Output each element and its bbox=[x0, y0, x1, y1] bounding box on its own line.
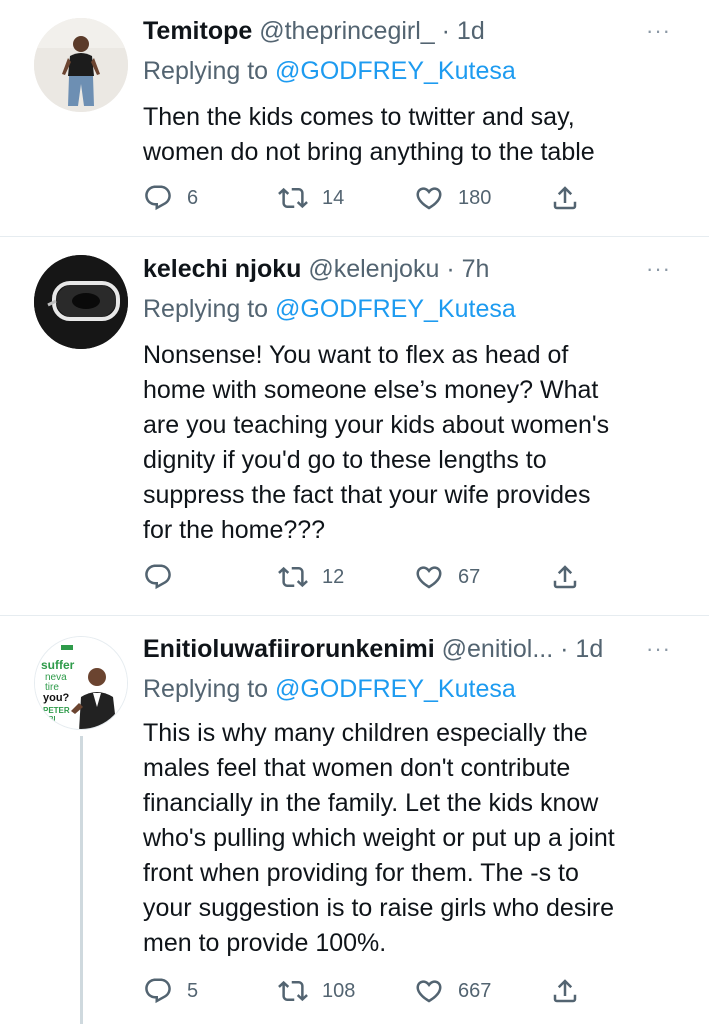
tweet[interactable]: Temitope @theprincegirl_ · 1d ··· Replyi… bbox=[0, 0, 709, 236]
replying-to: Replying to @GODFREY_Kutesa bbox=[143, 294, 516, 324]
reply-button[interactable]: 5 bbox=[143, 974, 198, 1008]
tweet-text-line: suppress the fact that your wife provide… bbox=[143, 481, 591, 509]
retweet-count: 14 bbox=[322, 186, 345, 209]
tweet-text-line: front when providing for them. The -s to bbox=[143, 859, 579, 887]
tweet-text-line: financially in the family. Let the kids … bbox=[143, 789, 599, 817]
timestamp[interactable]: 1d bbox=[457, 17, 485, 45]
separator-dot: · bbox=[446, 255, 455, 283]
tweet-header: Temitope @theprincegirl_ · 1d bbox=[143, 16, 485, 46]
tweet-text-line: who's pulling which weight or put up a j… bbox=[143, 824, 615, 852]
more-icon[interactable]: ··· bbox=[646, 256, 671, 282]
tweet-text: This is why many children especially the… bbox=[143, 716, 683, 961]
tweet-text-line: Then the kids comes to twitter and say, bbox=[143, 103, 575, 131]
tweet[interactable]: suffer neva tire you? PETER OBI Enitiolu… bbox=[0, 616, 709, 1024]
tweet-text-line: are you teaching your kids about women's bbox=[143, 411, 610, 439]
replying-to-label: Replying to bbox=[143, 57, 276, 85]
like-icon bbox=[414, 562, 444, 592]
like-count: 180 bbox=[458, 186, 492, 209]
share-icon bbox=[550, 562, 580, 592]
reply-icon bbox=[143, 562, 173, 592]
tweet-text-line: dignity if you'd go to these lengths to bbox=[143, 446, 547, 474]
tweet-actions: 12 67 bbox=[0, 560, 709, 594]
tweet-text-line: men to provide 100%. bbox=[143, 929, 387, 957]
avatar-text: suffer bbox=[41, 658, 75, 672]
tweet[interactable]: kelechi njoku @kelenjoku · 7h ··· Replyi… bbox=[0, 237, 709, 615]
more-icon[interactable]: ··· bbox=[646, 636, 671, 662]
tweet-text-line: women do not bring anything to the table bbox=[143, 138, 595, 166]
retweet-count: 108 bbox=[322, 979, 356, 1002]
retweet-button[interactable]: 14 bbox=[278, 181, 344, 215]
retweet-button[interactable]: 12 bbox=[278, 560, 344, 594]
tweet-text: Then the kids comes to twitter and say, … bbox=[143, 100, 683, 170]
tweet-actions: 5 108 667 bbox=[0, 974, 709, 1008]
retweet-icon bbox=[278, 562, 308, 592]
separator-dot: · bbox=[560, 635, 569, 663]
avatar[interactable] bbox=[34, 255, 128, 349]
tweet-header: kelechi njoku @kelenjoku · 7h bbox=[143, 254, 489, 284]
tweet-text-line: your suggestion is to raise girls who de… bbox=[143, 894, 615, 922]
replying-to-label: Replying to bbox=[143, 675, 276, 703]
avatar-text: you? bbox=[43, 692, 70, 704]
like-button[interactable]: 667 bbox=[414, 974, 491, 1008]
timestamp[interactable]: 1d bbox=[575, 635, 603, 663]
replying-to: Replying to @GODFREY_Kutesa bbox=[143, 674, 516, 704]
reply-icon bbox=[143, 976, 173, 1006]
display-name[interactable]: Temitope bbox=[143, 17, 252, 45]
like-button[interactable]: 180 bbox=[414, 181, 491, 215]
like-icon bbox=[414, 183, 444, 213]
user-handle[interactable]: @kelenjoku bbox=[308, 255, 439, 283]
like-count: 67 bbox=[458, 565, 481, 588]
user-handle[interactable]: @enitiol... bbox=[442, 635, 554, 663]
replying-to-label: Replying to bbox=[143, 295, 276, 323]
like-icon bbox=[414, 976, 444, 1006]
retweet-icon bbox=[278, 976, 308, 1006]
share-icon bbox=[550, 183, 580, 213]
mention-link[interactable]: @GODFREY_Kutesa bbox=[275, 675, 516, 703]
share-button[interactable] bbox=[550, 560, 580, 594]
avatar-image: suffer neva tire you? PETER OBI bbox=[35, 637, 127, 729]
tweet-text-line: for the home??? bbox=[143, 516, 326, 544]
mention-link[interactable]: @GODFREY_Kutesa bbox=[275, 295, 516, 323]
replying-to: Replying to @GODFREY_Kutesa bbox=[143, 56, 516, 86]
timestamp[interactable]: 7h bbox=[462, 255, 490, 283]
retweet-button[interactable]: 108 bbox=[278, 974, 355, 1008]
tweet-text-line: home with someone else’s money? What bbox=[143, 376, 599, 404]
reply-icon bbox=[143, 183, 173, 213]
user-handle[interactable]: @theprincegirl_ bbox=[259, 17, 434, 45]
avatar[interactable] bbox=[34, 18, 128, 112]
tweet-header: Enitioluwafiirorunkenimi @enitiol... · 1… bbox=[143, 634, 603, 664]
reply-count: 6 bbox=[187, 186, 199, 209]
tweet-text-line: males feel that women don't contribute bbox=[143, 754, 571, 782]
reply-button[interactable]: 6 bbox=[143, 181, 198, 215]
share-button[interactable] bbox=[550, 974, 580, 1008]
like-button[interactable]: 67 bbox=[414, 560, 480, 594]
retweet-count: 12 bbox=[322, 565, 345, 588]
avatar-image bbox=[34, 255, 128, 349]
mention-link[interactable]: @GODFREY_Kutesa bbox=[275, 57, 516, 85]
tweet-text-line: Nonsense! You want to flex as head of bbox=[143, 341, 569, 369]
avatar-image bbox=[34, 18, 128, 112]
more-icon[interactable]: ··· bbox=[646, 18, 671, 44]
avatar-text: OBI bbox=[43, 716, 56, 723]
share-icon bbox=[550, 976, 580, 1006]
display-name[interactable]: kelechi njoku bbox=[143, 255, 301, 283]
avatar[interactable]: suffer neva tire you? PETER OBI bbox=[34, 636, 128, 730]
separator-dot: · bbox=[441, 17, 450, 45]
reply-count: 5 bbox=[187, 979, 199, 1002]
tweet-text-line: This is why many children especially the bbox=[143, 719, 588, 747]
retweet-icon bbox=[278, 183, 308, 213]
reply-button[interactable] bbox=[143, 560, 187, 594]
share-button[interactable] bbox=[550, 181, 580, 215]
tweet-actions: 6 14 180 bbox=[0, 181, 709, 215]
avatar-text: PETER bbox=[43, 706, 70, 715]
tweet-text: Nonsense! You want to flex as head of ho… bbox=[143, 338, 683, 548]
like-count: 667 bbox=[458, 979, 492, 1002]
display-name[interactable]: Enitioluwafiirorunkenimi bbox=[143, 635, 435, 663]
